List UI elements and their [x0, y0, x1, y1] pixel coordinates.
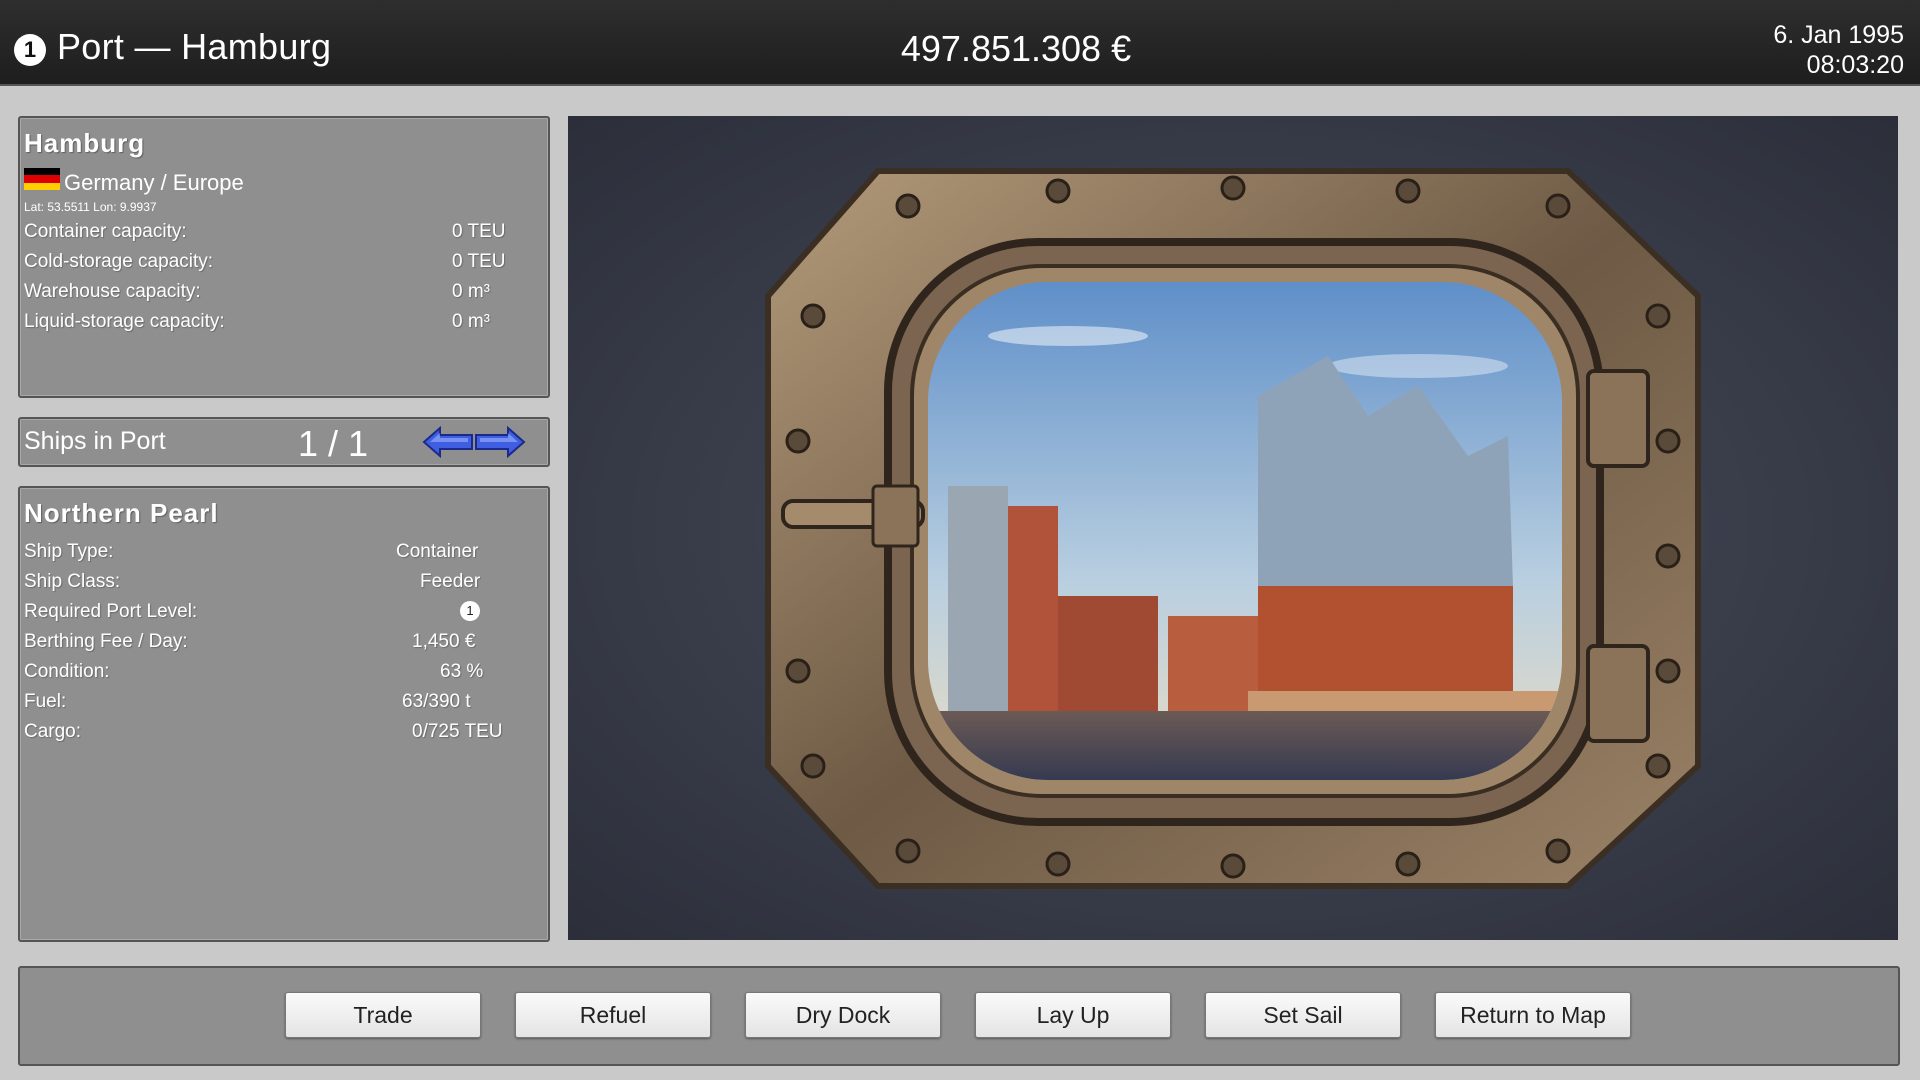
condition-label: Condition: [24, 661, 110, 682]
warehouse-capacity-value: 0 m³ [452, 281, 490, 302]
country-region: Germany / Europe [64, 170, 244, 195]
flag-stripe [24, 168, 60, 176]
coordinates: Lat: 53.5511 Lon: 9.9937 [24, 200, 157, 214]
berthing-fee-label: Berthing Fee / Day: [24, 631, 188, 652]
port-name: Hamburg [24, 128, 146, 158]
required-port-level-label: Required Port Level: [24, 601, 198, 622]
liquid-storage-capacity-label: Liquid-storage capacity: [24, 311, 225, 332]
ship-class-label: Ship Class: [24, 571, 121, 592]
latch-plate [871, 484, 920, 548]
ships-in-port-count: 1 / 1 [298, 423, 369, 464]
cargo-value: 0/725 TEU [412, 721, 503, 742]
flag-stripe [24, 182, 60, 190]
hinge-top [1586, 369, 1650, 468]
refuel-button[interactable]: Refuel [515, 992, 711, 1038]
date-label: 6. Jan 1995 [1773, 21, 1904, 49]
ship-type-label: Ship Type: [24, 541, 114, 562]
trade-button[interactable]: Trade [285, 992, 481, 1038]
berthing-fee-value: 1,450 € [412, 631, 476, 652]
cargo-label: Cargo: [24, 721, 82, 742]
ships-in-port-panel: Ships in Port 1 / 1 [18, 417, 550, 467]
warehouse-capacity-label: Warehouse capacity: [24, 281, 201, 302]
set-sail-button[interactable]: Set Sail [1205, 992, 1401, 1038]
ship-name: Northern Pearl [24, 498, 219, 528]
harbour-view [928, 282, 1562, 780]
prev-ship-arrow-icon[interactable] [422, 426, 474, 458]
container-capacity-value: 0 TEU [452, 221, 506, 242]
cold-storage-capacity-label: Cold-storage capacity: [24, 251, 214, 272]
required-port-level-badge: 1 [460, 601, 480, 621]
money-balance: 497.851.308 € [900, 28, 1132, 69]
action-bar: Trade Refuel Dry Dock Lay Up Set Sail Re… [18, 966, 1900, 1066]
flag-stripe [24, 175, 60, 183]
cold-storage-capacity-value: 0 TEU [452, 251, 506, 272]
hinge-bottom [1586, 644, 1650, 743]
ships-in-port-label: Ships in Port [24, 427, 166, 455]
lay-up-button[interactable]: Lay Up [975, 992, 1171, 1038]
ship-info-panel: Northern Pearl Ship Type: Container Ship… [18, 486, 550, 942]
return-to-map-button[interactable]: Return to Map [1435, 992, 1631, 1038]
germany-flag-icon [24, 168, 60, 190]
ship-type-value: Container [396, 541, 479, 562]
fuel-label: Fuel: [24, 691, 67, 712]
condition-value: 63 % [440, 661, 484, 682]
time-label: 08:03:20 [1806, 51, 1904, 79]
port-picture [568, 116, 1898, 940]
top-bar: 1 Port — Hamburg 497.851.308 € 6. Jan 19… [0, 0, 1920, 86]
date-time: 6. Jan 1995 08:03:20 [1773, 20, 1904, 80]
port-info-panel: Hamburg Germany / Europe Lat: 53.5511 Lo… [18, 116, 550, 398]
ship-class-value: Feeder [420, 571, 481, 592]
container-capacity-label: Container capacity: [24, 221, 187, 242]
dry-dock-button[interactable]: Dry Dock [745, 992, 941, 1038]
fuel-value: 63/390 t [402, 691, 471, 712]
next-ship-arrow-icon[interactable] [474, 426, 526, 458]
liquid-storage-capacity-value: 0 m³ [452, 311, 490, 332]
